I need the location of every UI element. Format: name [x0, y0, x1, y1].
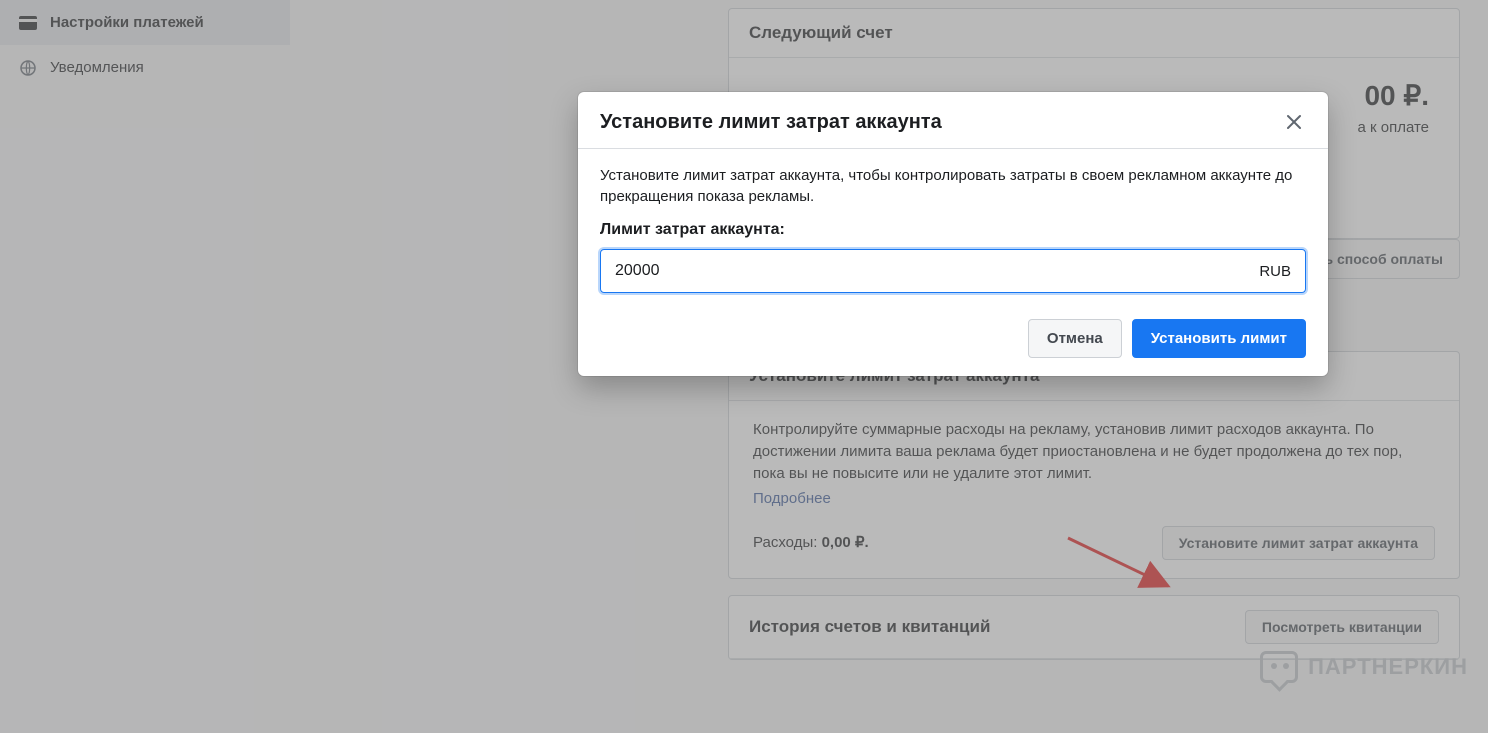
currency-suffix: RUB [1259, 263, 1291, 280]
dialog-body: Установите лимит затрат аккаунта, чтобы … [578, 149, 1328, 301]
dialog-title: Установите лимит затрат аккаунта [600, 111, 942, 134]
page-root: Настройки платежей Уведомления Следующий… [0, 0, 1488, 733]
dialog-set-spend-limit: Установите лимит затрат аккаунта Установ… [578, 92, 1328, 376]
cancel-button[interactable]: Отмена [1028, 319, 1122, 358]
dialog-footer: Отмена Установить лимит [578, 301, 1328, 376]
dialog-header: Установите лимит затрат аккаунта [578, 92, 1328, 149]
confirm-button[interactable]: Установить лимит [1132, 319, 1306, 358]
dialog-input-label: Лимит затрат аккаунта: [600, 221, 1306, 239]
spend-limit-input[interactable] [615, 262, 1247, 280]
spend-limit-input-wrap[interactable]: RUB [600, 249, 1306, 293]
dialog-description: Установите лимит затрат аккаунта, чтобы … [600, 165, 1306, 207]
close-icon[interactable] [1282, 110, 1306, 134]
